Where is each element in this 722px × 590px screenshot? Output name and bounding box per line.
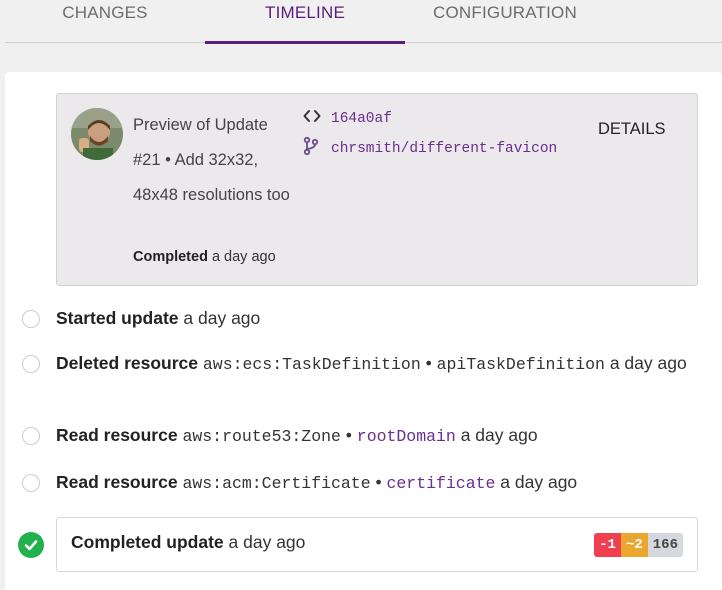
event-time: a day ago	[183, 308, 261, 328]
update-title: Preview of Update #21 • Add 32x32, 48x48…	[133, 116, 290, 204]
completed-label: Completed update	[71, 532, 224, 552]
avatar	[71, 108, 123, 160]
commit-sha[interactable]: 164a0af	[331, 111, 392, 127]
git-branch-icon	[303, 136, 331, 161]
branch-name[interactable]: chrsmith/different-favicon	[331, 141, 557, 157]
event-action: Read resource	[56, 425, 178, 445]
tab-bar: CHANGES TIMELINE CONFIGURATION	[5, 0, 722, 44]
update-preview-card: Preview of Update #21 • Add 32x32, 48x48…	[56, 93, 698, 286]
resource-link[interactable]: rootDomain	[357, 427, 456, 446]
details-button[interactable]: DETAILS	[598, 120, 666, 139]
event-time: a day ago	[460, 425, 538, 445]
unchanged-count-badge: 166	[647, 533, 683, 557]
timeline-dot	[22, 474, 40, 492]
commit-row: 164a0af	[303, 109, 392, 128]
success-check-icon	[18, 532, 44, 558]
separator: •	[345, 425, 352, 445]
resource-type: aws:route53:Zone	[182, 427, 341, 446]
tab-changes[interactable]: CHANGES	[5, 0, 205, 42]
tab-timeline[interactable]: TIMELINE	[205, 0, 405, 44]
code-icon	[303, 109, 331, 128]
deleted-count-badge: -1	[594, 533, 621, 557]
completed-text: Completed update a day ago	[71, 532, 305, 553]
update-status: Completed a day ago	[133, 249, 276, 265]
event-time: a day ago	[500, 472, 578, 492]
timeline-dot	[22, 310, 40, 328]
event-read-zone: Read resource aws:route53:Zone • rootDom…	[56, 422, 696, 450]
status-time: a day ago	[211, 249, 276, 265]
completed-time: a day ago	[228, 532, 306, 552]
branch-row: chrsmith/different-favicon	[303, 136, 557, 161]
separator: •	[375, 472, 382, 492]
event-action: Started update	[56, 308, 179, 328]
timeline-dot	[22, 355, 40, 373]
completed-update-card: Completed update a day ago -1 ~2 166	[56, 517, 698, 572]
event-read-certificate: Read resource aws:acm:Certificate • cert…	[56, 469, 696, 497]
event-action: Read resource	[56, 472, 178, 492]
resource-type: aws:acm:Certificate	[182, 474, 371, 493]
resource-type: aws:ecs:TaskDefinition	[202, 355, 421, 374]
event-time: a day ago	[609, 353, 687, 373]
tab-configuration[interactable]: CONFIGURATION	[405, 0, 605, 42]
change-summary: -1 ~2 166	[594, 533, 683, 557]
resource-name: apiTaskDefinition	[436, 355, 605, 374]
separator: •	[425, 353, 432, 373]
timeline-dot	[22, 427, 40, 445]
resource-link[interactable]: certificate	[387, 474, 496, 493]
event-action: Deleted resource	[56, 353, 199, 373]
event-deleted: Deleted resource aws:ecs:TaskDefinition …	[56, 350, 696, 378]
updated-count-badge: ~2	[620, 533, 648, 557]
event-started: Started update a day ago	[56, 305, 696, 332]
status-label: Completed	[133, 249, 208, 265]
